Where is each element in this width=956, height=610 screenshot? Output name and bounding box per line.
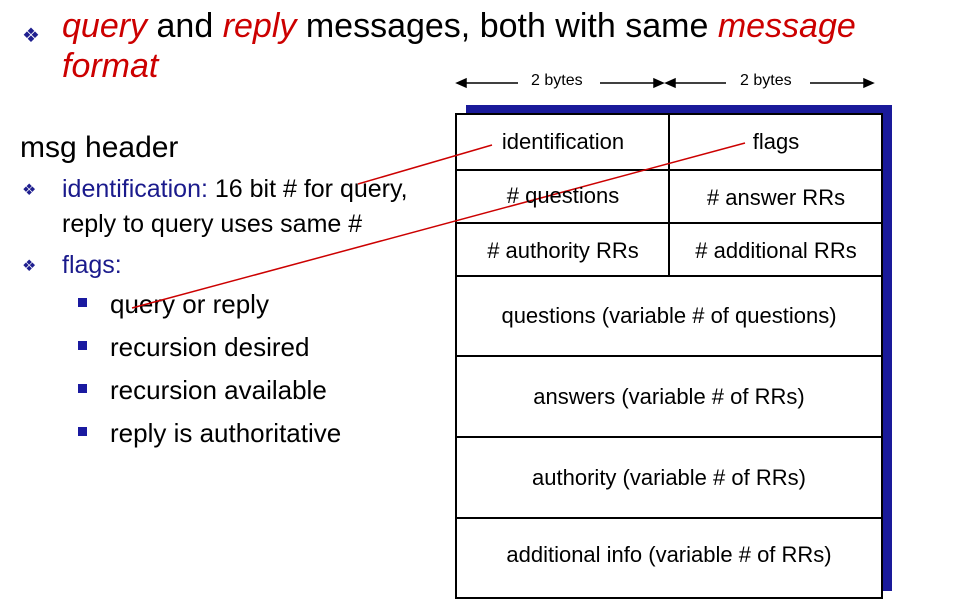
field-authority-rrs: # authority RRs [487, 238, 639, 263]
bytes-label-right: 2 bytes [740, 72, 792, 89]
bytes-label-left: 2 bytes [531, 72, 583, 89]
field-flags: flags [752, 129, 800, 154]
field-additional-rrs: # additional RRs [695, 238, 857, 263]
section-questions: questions (variable # of questions) [501, 303, 837, 328]
section-additional-info: additional info (variable # of RRs) [506, 542, 832, 567]
section-authority: authority (variable # of RRs) [532, 465, 806, 490]
field-questions-count: # questions [506, 183, 620, 208]
field-answer-rrs: # answer RRs [706, 185, 846, 210]
field-identification: identification [501, 129, 625, 154]
section-answers: answers (variable # of RRs) [533, 384, 805, 409]
